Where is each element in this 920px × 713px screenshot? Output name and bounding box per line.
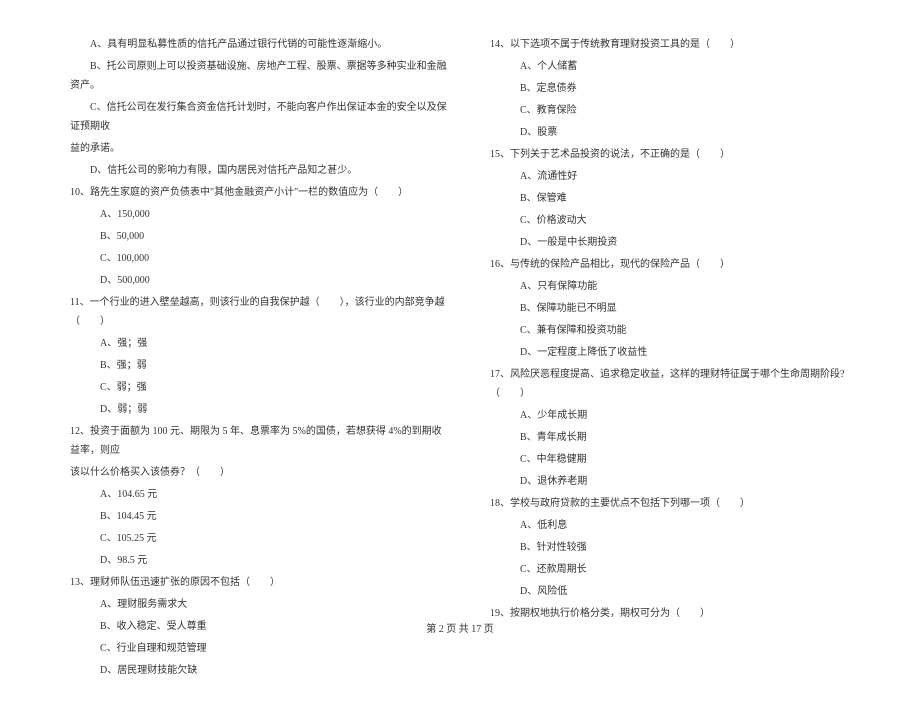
q16-option-b: B、保障功能已不明显 (490, 299, 870, 318)
q18-option-d: D、风险低 (490, 582, 870, 601)
q12-number: 12 (70, 426, 80, 437)
question-16: 16、与传统的保险产品相比，现代的保险产品（ ） (490, 255, 870, 274)
q11-number: 11 (70, 297, 80, 308)
q15-text: 、下列关于艺术品投资的说法，不正确的是（ ） (500, 149, 730, 160)
q18-option-a: A、低利息 (490, 516, 870, 535)
q13-option-c: C、行业自理和规范管理 (70, 639, 450, 658)
q10-option-d: D、500,000 (70, 271, 450, 290)
page-container: A、具有明显私募性质的信托产品通过银行代销的可能性逐渐缩小。 B、托公司原则上可… (0, 0, 920, 713)
right-column: 14、以下选项不属于传统教育理财投资工具的是（ ） A、个人储蓄 B、定息债券 … (490, 35, 870, 683)
q16-option-a: A、只有保障功能 (490, 277, 870, 296)
q18-option-c: C、还款周期长 (490, 560, 870, 579)
q17-text: 、风险厌恶程度提高、追求稳定收益，这样的理财特征属于哪个生命周期阶段?（ ） (490, 369, 844, 399)
q13-option-a: A、理财服务需求大 (70, 595, 450, 614)
q16-number: 16 (490, 259, 500, 270)
q19-text: 、按期权地执行价格分类，期权可分为（ ） (500, 608, 710, 619)
q11-option-d: D、弱；弱 (70, 400, 450, 419)
question-13: 13、理财师队伍迅速扩张的原因不包括（ ） (70, 573, 450, 592)
q11-text: 、一个行业的进入壁垒越高，则该行业的自我保护越（ ），该行业的内部竞争越（ ） (70, 297, 445, 327)
q18-text: 、学校与政府贷款的主要优点不包括下列哪一项（ ） (500, 498, 750, 509)
question-17: 17、风险厌恶程度提高、追求稳定收益，这样的理财特征属于哪个生命周期阶段?（ ） (490, 365, 870, 403)
q11-option-a: A、强；强 (70, 334, 450, 353)
q12-option-c: C、105.25 元 (70, 529, 450, 548)
q14-number: 14 (490, 39, 500, 50)
question-12: 12、投资于面额为 100 元、期限为 5 年、息票率为 5%的国债，若想获得 … (70, 422, 450, 460)
q11-option-b: B、强；弱 (70, 356, 450, 375)
q18-option-b: B、针对性较强 (490, 538, 870, 557)
q12-option-b: B、104.45 元 (70, 507, 450, 526)
statement-a: A、具有明显私募性质的信托产品通过银行代销的可能性逐渐缩小。 (70, 35, 450, 54)
q10-option-b: B、50,000 (70, 227, 450, 246)
q10-number: 10 (70, 187, 80, 198)
q10-option-a: A、150,000 (70, 205, 450, 224)
question-14: 14、以下选项不属于传统教育理财投资工具的是（ ） (490, 35, 870, 54)
statement-c: C、信托公司在发行集合资金信托计划时，不能向客户作出保证本金的安全以及保证预期收 (70, 98, 450, 136)
question-18: 18、学校与政府贷款的主要优点不包括下列哪一项（ ） (490, 494, 870, 513)
q17-option-d: D、退休养老期 (490, 472, 870, 491)
statement-b: B、托公司原则上可以投资基础设施、房地产工程、股票、票据等多种实业和金融资产。 (70, 57, 450, 95)
q10-option-c: C、100,000 (70, 249, 450, 268)
question-11: 11、一个行业的进入壁垒越高，则该行业的自我保护越（ ），该行业的内部竞争越（ … (70, 293, 450, 331)
question-15: 15、下列关于艺术品投资的说法，不正确的是（ ） (490, 145, 870, 164)
q16-option-c: C、兼有保障和投资功能 (490, 321, 870, 340)
q14-option-d: D、股票 (490, 123, 870, 142)
q16-option-d: D、一定程度上降低了收益性 (490, 343, 870, 362)
q17-option-b: B、青年成长期 (490, 428, 870, 447)
q13-option-d: D、居民理财技能欠缺 (70, 661, 450, 680)
q13-text: 、理财师队伍迅速扩张的原因不包括（ ） (80, 577, 280, 588)
q16-text: 、与传统的保险产品相比，现代的保险产品（ ） (500, 259, 730, 270)
q14-option-c: C、教育保险 (490, 101, 870, 120)
q14-option-a: A、个人储蓄 (490, 57, 870, 76)
q14-option-b: B、定息债券 (490, 79, 870, 98)
q10-text: 、路先生家庭的资产负债表中"其他金融资产小计"一栏的数值应为（ ） (80, 187, 408, 198)
left-column: A、具有明显私募性质的信托产品通过银行代销的可能性逐渐缩小。 B、托公司原则上可… (70, 35, 450, 683)
q17-option-c: C、中年稳健期 (490, 450, 870, 469)
q19-number: 19 (490, 608, 500, 619)
q11-option-c: C、弱；强 (70, 378, 450, 397)
q18-number: 18 (490, 498, 500, 509)
q12-option-a: A、104.65 元 (70, 485, 450, 504)
q12-text-cont: 该以什么价格买入该债券？（ ） (70, 463, 450, 482)
q12-option-d: D、98.5 元 (70, 551, 450, 570)
q13-number: 13 (70, 577, 80, 588)
q12-text: 、投资于面额为 100 元、期限为 5 年、息票率为 5%的国债，若想获得 4%… (70, 426, 442, 456)
statement-d: D、信托公司的影响力有限，国内居民对信托产品知之甚少。 (70, 161, 450, 180)
question-10: 10、路先生家庭的资产负债表中"其他金融资产小计"一栏的数值应为（ ） (70, 183, 450, 202)
q14-text: 、以下选项不属于传统教育理财投资工具的是（ ） (500, 39, 740, 50)
q15-option-a: A、流通性好 (490, 167, 870, 186)
q15-option-b: B、保管难 (490, 189, 870, 208)
q15-number: 15 (490, 149, 500, 160)
statement-c-cont: 益的承诺。 (70, 139, 450, 158)
q15-option-c: C、价格波动大 (490, 211, 870, 230)
q15-option-d: D、一般是中长期投资 (490, 233, 870, 252)
q17-number: 17 (490, 369, 500, 380)
page-footer: 第 2 页 共 17 页 (0, 620, 920, 635)
q17-option-a: A、少年成长期 (490, 406, 870, 425)
